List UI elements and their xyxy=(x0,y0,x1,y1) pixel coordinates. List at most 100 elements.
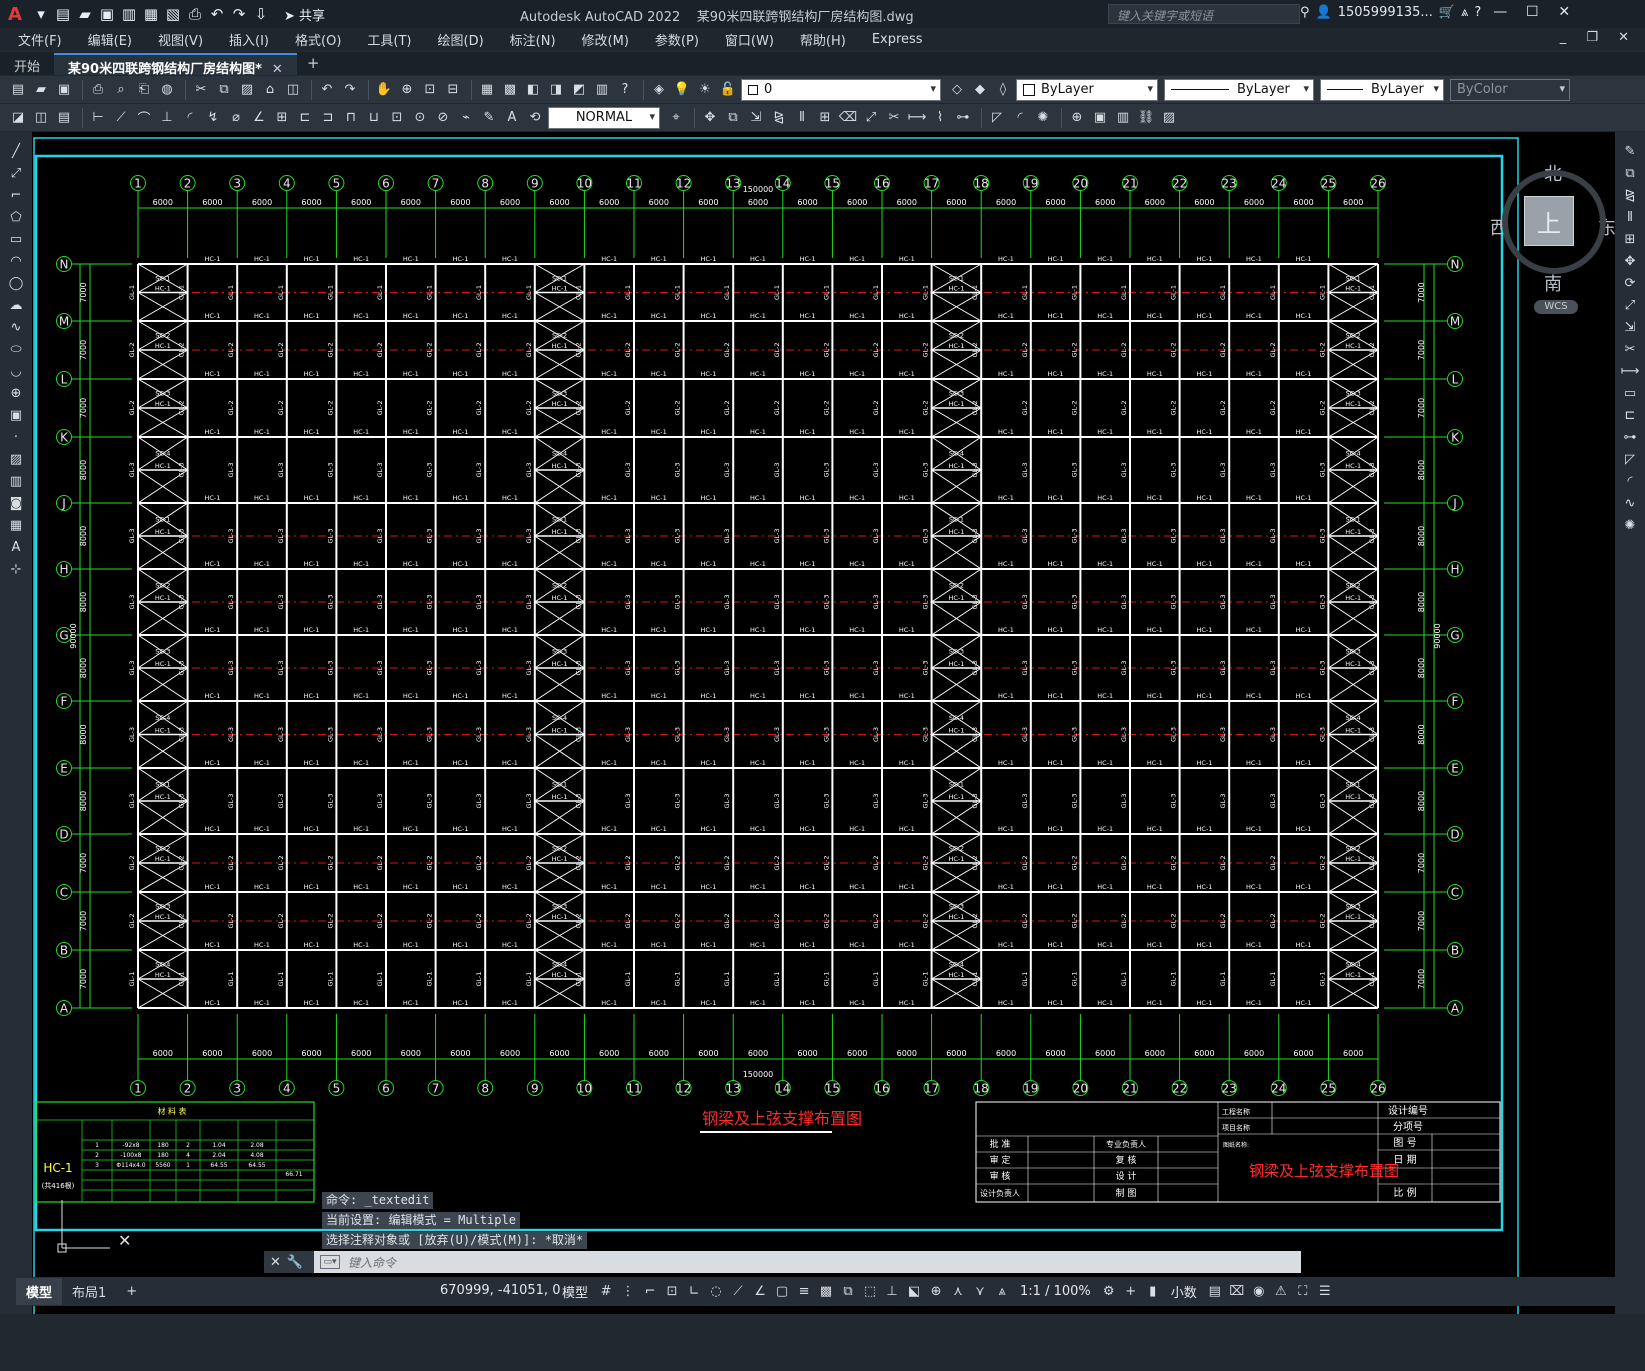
quickcalc-icon[interactable]: ▥ xyxy=(592,80,612,100)
paste-icon[interactable]: ▨ xyxy=(237,80,257,100)
erase-icon[interactable]: ✎ xyxy=(1620,141,1640,161)
selection-cycling-icon[interactable]: ⧉ xyxy=(838,1281,858,1301)
attribute-icon[interactable]: ▥ xyxy=(1113,108,1133,128)
continue-icon[interactable]: ⊐ xyxy=(318,108,338,128)
dynamic-ucs-icon[interactable]: ⊥ xyxy=(882,1281,902,1301)
explode-icon[interactable]: ✺ xyxy=(1620,515,1640,535)
quick-properties-icon[interactable]: ▤ xyxy=(1205,1281,1225,1301)
undo-icon[interactable]: ↶ xyxy=(206,3,228,25)
layer-dropdown[interactable]: 0 xyxy=(741,78,941,101)
layer-on-icon[interactable]: 💡 xyxy=(672,80,692,100)
share-button[interactable]: ➤ 共享 xyxy=(278,3,331,26)
extend-icon[interactable]: ⟼ xyxy=(1620,361,1640,381)
annotation-scale[interactable]: 1:1 / 100% xyxy=(1020,1284,1091,1299)
workspace-icon[interactable]: ⚙ xyxy=(1099,1281,1119,1301)
dim-edit-icon[interactable]: ✎ xyxy=(479,108,499,128)
mirror-icon[interactable]: ⧎ xyxy=(769,108,789,128)
blend-icon[interactable]: ∿ xyxy=(1620,493,1640,513)
polyline-icon[interactable]: ⌐ xyxy=(6,185,26,205)
plot-icon[interactable]: ⎙ xyxy=(184,3,206,25)
offset-icon[interactable]: ⫴ xyxy=(792,108,812,128)
customization-icon[interactable]: ☰ xyxy=(1315,1281,1335,1301)
explode-icon[interactable]: ✺ xyxy=(1033,108,1053,128)
zoom-window-icon[interactable]: ⊡ xyxy=(420,80,440,100)
layer-properties-icon[interactable]: ◈ xyxy=(649,80,669,100)
draw-order-icon[interactable]: ◪ xyxy=(8,108,28,128)
polar-icon[interactable]: ◌ xyxy=(706,1281,726,1301)
pan-icon[interactable]: ✋ xyxy=(374,80,394,100)
3d-print-icon[interactable]: ◍ xyxy=(157,80,177,100)
properties-icon[interactable]: ▦ xyxy=(477,80,497,100)
help-icon[interactable]: ? xyxy=(1474,5,1481,20)
publish-icon[interactable]: ⎗ xyxy=(134,80,154,100)
table-icon[interactable]: ▦ xyxy=(6,515,26,535)
dropdown-arrow-icon[interactable]: ▾ xyxy=(30,3,52,25)
redo-icon[interactable]: ↷ xyxy=(340,80,360,100)
mtext-icon[interactable]: A xyxy=(6,537,26,557)
recent-commands-icon[interactable]: ▭▾ xyxy=(320,1255,340,1269)
3d-osnap-icon[interactable]: ⬚ xyxy=(860,1281,880,1301)
viewcube-top-face[interactable]: 上 xyxy=(1524,196,1574,246)
clean-screen-icon[interactable]: ⛶ xyxy=(1293,1281,1313,1301)
match-properties-icon[interactable]: ⌂ xyxy=(260,80,280,100)
insert-block-icon[interactable]: ⊕ xyxy=(6,383,26,403)
add-selected-icon[interactable]: ⊹ xyxy=(6,559,26,579)
chamfer-icon[interactable]: ◸ xyxy=(1620,449,1640,469)
insert-block-icon[interactable]: ⊕ xyxy=(1067,108,1087,128)
menu-view[interactable]: 视图(V) xyxy=(158,30,203,49)
polygon-icon[interactable]: ⬠ xyxy=(6,207,26,227)
copy-object-icon[interactable]: ⧉ xyxy=(723,108,743,128)
break-point-icon[interactable]: ▭ xyxy=(1620,383,1640,403)
diameter-icon[interactable]: ⌀ xyxy=(226,108,246,128)
user-name[interactable]: 1505999135... xyxy=(1338,5,1433,20)
mirror-icon[interactable]: ⧎ xyxy=(1620,185,1640,205)
close-icon[interactable]: ✕ xyxy=(1551,4,1577,20)
make-current-layer-icon[interactable]: ◇ xyxy=(947,80,967,100)
arc-length-icon[interactable]: ⌒ xyxy=(134,108,154,128)
annotation-scale-icon[interactable]: ⩓ xyxy=(992,1281,1012,1301)
text-front-icon[interactable]: ◫ xyxy=(31,108,51,128)
isodraft-icon[interactable]: ⟋ xyxy=(728,1281,748,1301)
maximize-icon[interactable]: ☐ xyxy=(1519,4,1545,20)
zoom-realtime-icon[interactable]: ⊕ xyxy=(397,80,417,100)
tab-layout1[interactable]: 布局1 xyxy=(62,1278,116,1305)
copy-icon[interactable]: ⧉ xyxy=(1620,163,1640,183)
tab-active-drawing[interactable]: 某90米四联跨钢结构厂房结构图* ✕ xyxy=(54,53,297,77)
graphics-performance-icon[interactable]: ⚠ xyxy=(1271,1281,1291,1301)
viewcube[interactable]: 北 西 东 南 上 WCS xyxy=(1462,152,1615,314)
auto-scale-icon[interactable]: ⋎ xyxy=(970,1281,990,1301)
save-web-icon[interactable]: ▧ xyxy=(162,3,184,25)
layer-previous-icon[interactable]: ◆ xyxy=(970,80,990,100)
add-tab-icon[interactable]: + xyxy=(297,51,330,75)
move-icon[interactable]: ✥ xyxy=(1620,251,1640,271)
object-snap-icon[interactable]: ▢ xyxy=(772,1281,792,1301)
array-icon[interactable]: ⊞ xyxy=(815,108,835,128)
minimize-icon[interactable]: — xyxy=(1487,4,1513,20)
ordinate-icon[interactable]: ⊥ xyxy=(157,108,177,128)
save-icon[interactable]: ▣ xyxy=(54,80,74,100)
aligned-dimension-icon[interactable]: ⟋ xyxy=(111,108,131,128)
help-icon[interactable]: ? xyxy=(615,80,635,100)
cut-icon[interactable]: ✂ xyxy=(191,80,211,100)
print-preview-icon[interactable]: ⌕ xyxy=(111,80,131,100)
ellipse-icon[interactable]: ⬭ xyxy=(6,339,26,359)
dim-update-icon[interactable]: ⟲ xyxy=(525,108,545,128)
menu-format[interactable]: 格式(O) xyxy=(295,30,341,49)
erase-icon[interactable]: ⌫ xyxy=(838,108,858,128)
jogged-icon[interactable]: ↯ xyxy=(203,108,223,128)
open-icon[interactable]: ▰ xyxy=(31,80,51,100)
linetype-dropdown[interactable]: ByLayer xyxy=(1164,78,1314,101)
dim-text-edit-icon[interactable]: A xyxy=(502,108,522,128)
center-mark-icon[interactable]: ⊙ xyxy=(410,108,430,128)
block-editor-icon[interactable]: ◫ xyxy=(283,80,303,100)
open-folder-icon[interactable]: ▰ xyxy=(74,3,96,25)
dimstyle-manager-icon[interactable]: ⌖ xyxy=(666,108,686,128)
stretch-icon[interactable]: ⇲ xyxy=(1620,317,1640,337)
chamfer-icon[interactable]: ◸ xyxy=(987,108,1007,128)
search-input[interactable]: 键入关键字或短语 xyxy=(1108,4,1300,24)
layer-lock-icon[interactable]: 🔓 xyxy=(718,80,738,100)
redo-icon[interactable]: ↷ xyxy=(228,3,250,25)
cart-icon[interactable]: 🛒 xyxy=(1439,5,1455,20)
command-input[interactable]: 键入命令 xyxy=(348,1254,396,1271)
print-icon[interactable]: ⎙ xyxy=(88,80,108,100)
